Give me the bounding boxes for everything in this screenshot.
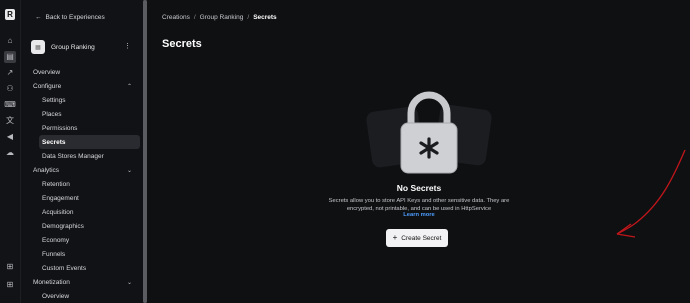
breadcrumb-creations[interactable]: Creations [162,14,190,21]
breadcrumb-group-ranking[interactable]: Group Ranking [200,14,244,21]
sidebar-item-label: Monetization [33,278,70,286]
sidebar-item-label: Custom Events [42,264,87,272]
sidebar-item-label: Engagement [42,194,79,202]
windows-icon[interactable]: ⊞ [4,279,16,291]
sidebar-item-funnels[interactable]: Funnels [42,248,137,260]
analytics-icon[interactable]: ↗ [4,67,16,79]
sidebar-item-label: Permissions [42,124,78,132]
back-label: Back to Experiences [45,14,105,21]
chevron-down-icon: ⌄ [126,279,132,286]
chevron-up-icon: ⌃ [126,83,132,90]
sidebar-item-acquisition[interactable]: Acquisition [42,206,137,218]
sidebar-item-overview[interactable]: Overview [33,66,137,78]
main-content: Creations / Group Ranking / Secrets Secrets … [148,0,690,303]
sidebar-item-label: Demographics [42,222,84,230]
create-secret-label: Create Secret [401,234,442,242]
sidebar-item-analytics[interactable]: Analytics ⌄ [33,164,137,176]
sidebar-item-settings[interactable]: Settings [42,94,137,106]
roblox-logo-icon[interactable]: R [5,9,15,20]
sidebar-item-configure[interactable]: Configure ⌃ [33,80,137,92]
arrow-left-icon: ← [35,14,42,21]
sidebar: ← Back to Experiences ▦ Group Ranking ⋮ O… [21,0,143,303]
sidebar-item-label: Configure [33,82,62,90]
sidebar-item-demographics[interactable]: Demographics [42,220,137,232]
sidebar-item-label: Acquisition [42,208,74,216]
lock-illustration-icon [366,91,492,174]
empty-state-description: Secrets allow you to store API Keys and … [328,198,510,212]
breadcrumb-separator: / [193,14,196,21]
experience-thumbnail: ▦ [31,40,45,54]
home-icon[interactable]: ⌂ [4,35,16,47]
windows-icon[interactable]: ⊞ [4,261,16,273]
sidebar-item-label: Settings [42,96,66,104]
sidebar-scrollbar[interactable] [143,0,147,303]
sidebar-item-monetization-overview[interactable]: Overview [42,290,137,302]
talent-icon[interactable]: ⌨ [4,99,16,111]
groups-icon[interactable]: ⚇ [4,83,16,95]
experience-name: Group Ranking [51,43,95,51]
sidebar-item-label: Funnels [42,250,66,258]
more-options-icon[interactable]: ⋮ [124,42,131,50]
sidebar-item-retention[interactable]: Retention [42,178,137,190]
sidebar-item-label: Retention [42,180,70,188]
sidebar-item-label: Overview [33,68,61,76]
plus-icon: + [392,233,398,242]
back-to-experiences-link[interactable]: ← Back to Experiences [35,14,105,21]
sidebar-item-custom-events[interactable]: Custom Events [42,262,137,274]
experience-header[interactable]: ▦ Group Ranking ⋮ [31,39,131,55]
chevron-down-icon: ⌄ [126,167,132,174]
cloud-icon[interactable]: ☁ [4,147,16,159]
sidebar-item-economy[interactable]: Economy [42,234,137,246]
ads-icon[interactable]: ◀ [4,131,16,143]
sidebar-item-label: Analytics [33,166,60,174]
annotation-arrow [616,149,686,238]
sidebar-item-label: Overview [42,292,70,300]
creations-icon[interactable]: ▤ [4,51,16,63]
sidebar-item-data-stores-manager[interactable]: Data Stores Manager [42,150,137,162]
sidebar-item-secrets[interactable]: Secrets [39,135,140,149]
sidebar-item-monetization[interactable]: Monetization ⌄ [33,276,137,288]
sidebar-item-engagement[interactable]: Engagement [42,192,137,204]
sidebar-item-label: Data Stores Manager [42,152,104,160]
localization-icon[interactable]: 文 [4,115,16,127]
breadcrumb-separator: / [247,14,250,21]
sidebar-item-label: Economy [42,236,70,244]
sidebar-item-label: Places [42,110,62,118]
breadcrumb-secrets: Secrets [253,14,277,21]
sidebar-item-places[interactable]: Places [42,108,137,120]
create-secret-button[interactable]: + Create Secret [386,229,448,247]
sidebar-item-label: Secrets [42,138,66,146]
breadcrumb: Creations / Group Ranking / Secrets [162,14,277,21]
icon-rail: R ⌂ ▤ ↗ ⚇ ⌨ 文 ◀ ☁ ⊞ ⊞ [0,0,21,303]
sidebar-item-permissions[interactable]: Permissions [42,122,137,134]
page-title: Secrets [162,38,202,50]
scrollbar-thumb[interactable] [143,0,147,303]
